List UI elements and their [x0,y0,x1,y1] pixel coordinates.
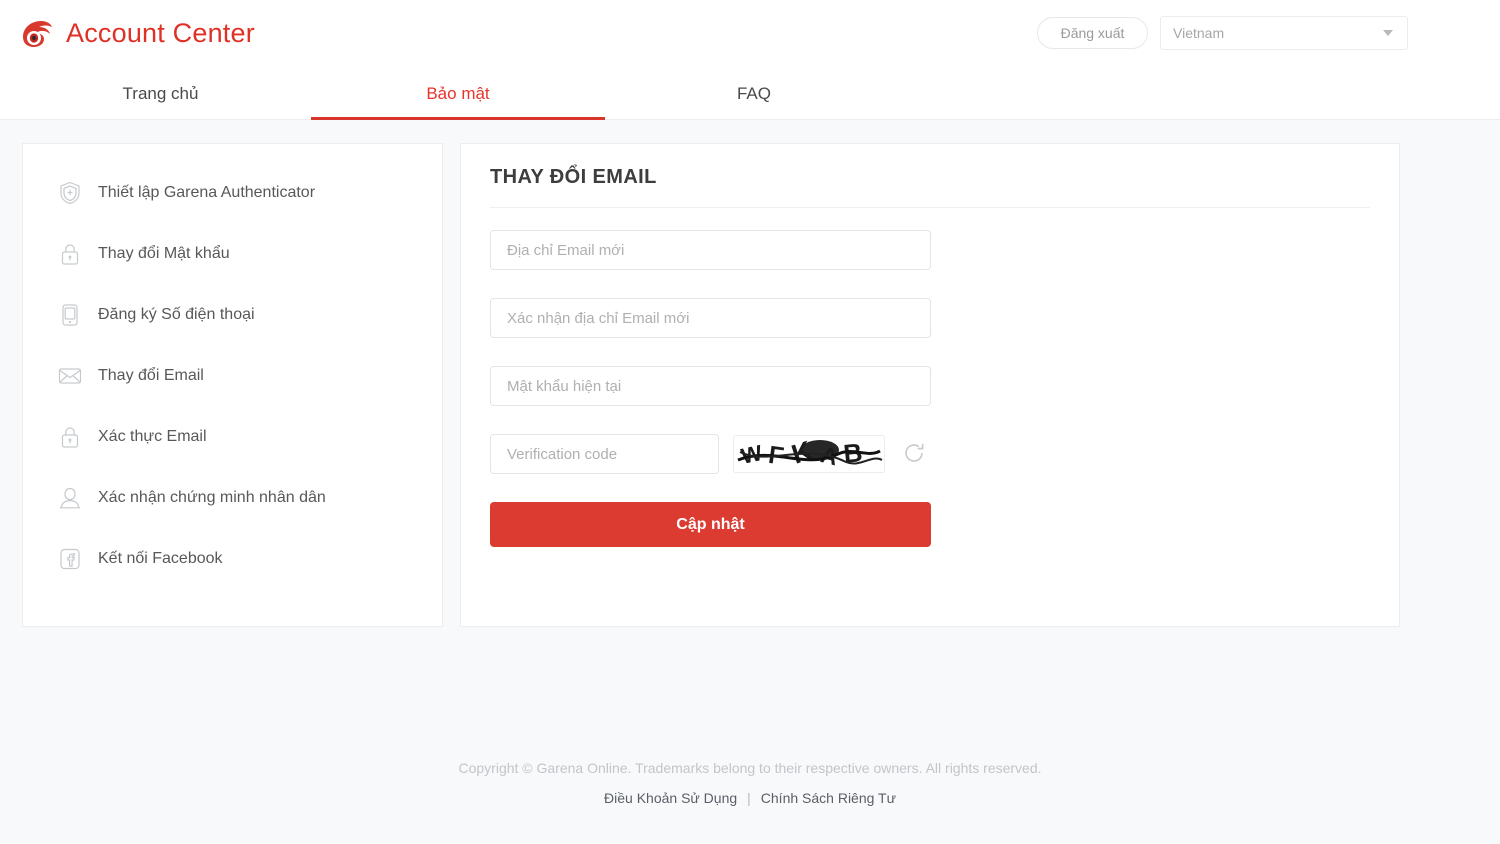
language-select-value: Vietnam [1173,25,1225,41]
sidebar-item-verify-email[interactable]: Xác thực Email [23,406,442,467]
page-title: THAY ĐỔI EMAIL [490,166,657,188]
brand-title: Account Center [66,18,255,48]
confirm-email-input[interactable] [490,298,931,338]
lock-icon [57,424,83,450]
sidebar-item-connect-facebook[interactable]: Kết nối Facebook [23,528,442,589]
sidebar-item-label: Thay đổi Mật khẩu [98,244,230,262]
main-nav: Trang chủ Bảo mật FAQ [0,67,1500,120]
new-email-input[interactable] [490,230,931,270]
sidebar-item-label: Xác nhận chứng minh nhân dân [98,488,326,506]
captcha-image[interactable]: W F K A B [733,435,885,473]
sidebar-item-verify-id-card[interactable]: Xác nhận chứng minh nhân dân [23,467,442,528]
change-email-panel: THAY ĐỔI EMAIL W F K A B [460,143,1400,627]
sidebar-list: Thiết lập Garena Authenticator Thay đổi … [23,144,442,589]
footer-links: Điều Khoản Sử Dụng | Chính Sách Riêng Tư [0,790,1500,806]
facebook-icon [57,546,83,572]
sidebar-item-label: Thiết lập Garena Authenticator [98,183,316,201]
update-button[interactable]: Cập nhật [490,502,931,547]
user-icon [57,485,83,511]
language-select[interactable]: Vietnam [1160,16,1408,50]
logout-button[interactable]: Đăng xuất [1037,17,1148,49]
change-email-form: W F K A B [461,208,1399,547]
sidebar-item-change-email[interactable]: Thay đổi Email [23,345,442,406]
copyright-text: Copyright © Garena Online. Trademarks be… [458,760,1042,776]
chevron-down-icon [1383,30,1393,36]
tab-faq[interactable]: FAQ [655,67,853,120]
verification-code-input[interactable] [490,434,719,474]
refresh-icon [902,441,926,468]
tab-bao-mat[interactable]: Bảo mật [311,67,605,120]
brand: Account Center [16,14,255,54]
app-header: Account Center Đăng xuất Vietnam [0,0,1500,67]
footer-link-separator: | [747,790,751,806]
header-actions: Đăng xuất Vietnam [1037,16,1408,50]
security-sidebar-panel: Thiết lập Garena Authenticator Thay đổi … [22,143,443,627]
captcha-row: W F K A B [490,434,1399,474]
garena-eye-logo-icon [16,14,58,54]
current-password-input[interactable] [490,366,931,406]
mobile-phone-icon [57,302,83,328]
sidebar-item-label: Kết nối Facebook [98,549,223,567]
sidebar-item-change-password[interactable]: Thay đổi Mật khẩu [23,223,442,284]
terms-of-use-link[interactable]: Điều Khoản Sử Dụng [604,790,737,806]
shield-check-icon [57,180,83,206]
privacy-policy-link[interactable]: Chính Sách Riêng Tư [761,790,896,806]
tab-trang-chu[interactable]: Trang chủ [58,67,263,120]
sidebar-item-label: Xác thực Email [98,427,207,445]
sidebar-item-label: Đăng ký Số điện thoại [98,305,255,323]
envelope-icon [57,363,83,389]
sidebar-item-label: Thay đổi Email [98,366,204,384]
refresh-captcha-button[interactable] [899,439,929,469]
lock-icon [57,241,83,267]
page-footer: Copyright © Garena Online. Trademarks be… [0,760,1500,806]
sidebar-item-garena-authenticator[interactable]: Thiết lập Garena Authenticator [23,162,442,223]
sidebar-item-register-phone[interactable]: Đăng ký Số điện thoại [23,284,442,345]
